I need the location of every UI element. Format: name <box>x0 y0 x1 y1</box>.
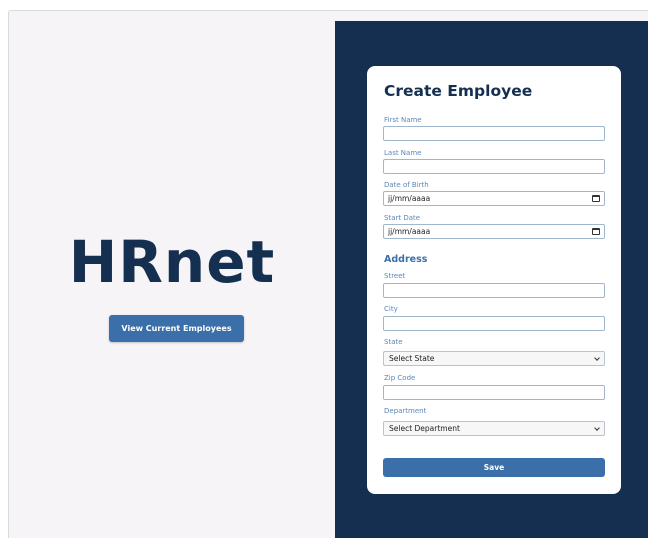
brand-logo-text: HRnet <box>68 228 276 296</box>
department-select[interactable]: Select Department <box>383 421 605 436</box>
chevron-down-icon <box>594 424 600 431</box>
street-label: Street <box>384 272 406 280</box>
address-section-title: Address <box>384 254 428 265</box>
zip-code-input[interactable] <box>383 385 605 400</box>
chevron-down-icon <box>594 354 600 361</box>
department-select-value: Select Department <box>389 424 460 433</box>
street-input[interactable] <box>383 283 605 298</box>
calendar-icon[interactable] <box>592 228 600 235</box>
city-label: City <box>384 305 398 313</box>
start-date-value: jj/mm/aaaa <box>388 227 431 236</box>
calendar-icon[interactable] <box>592 195 600 202</box>
city-input[interactable] <box>383 316 605 331</box>
last-name-label: Last Name <box>384 149 422 157</box>
first-name-input[interactable] <box>383 126 605 141</box>
state-select-value: Select State <box>389 354 435 363</box>
start-date-label: Start Date <box>384 214 421 222</box>
date-of-birth-value: jj/mm/aaaa <box>388 194 431 203</box>
right-panel: Create Employee First Name Last Name Dat… <box>335 21 648 538</box>
create-employee-form: Create Employee First Name Last Name Dat… <box>367 66 621 494</box>
zip-code-label: Zip Code <box>384 374 416 382</box>
date-of-birth-input[interactable]: jj/mm/aaaa <box>383 191 605 206</box>
form-title: Create Employee <box>384 82 533 100</box>
state-label: State <box>384 338 403 346</box>
department-label: Department <box>384 407 427 415</box>
left-panel: HRnet View Current Employees <box>9 11 335 538</box>
state-select[interactable]: Select State <box>383 351 605 366</box>
view-current-employees-button[interactable]: View Current Employees <box>109 315 244 342</box>
date-of-birth-label: Date of Birth <box>384 181 429 189</box>
last-name-input[interactable] <box>383 159 605 174</box>
first-name-label: First Name <box>384 116 422 124</box>
save-button[interactable]: Save <box>383 458 605 477</box>
start-date-input[interactable]: jj/mm/aaaa <box>383 224 605 239</box>
app-frame: HRnet View Current Employees Create Empl… <box>8 10 648 538</box>
